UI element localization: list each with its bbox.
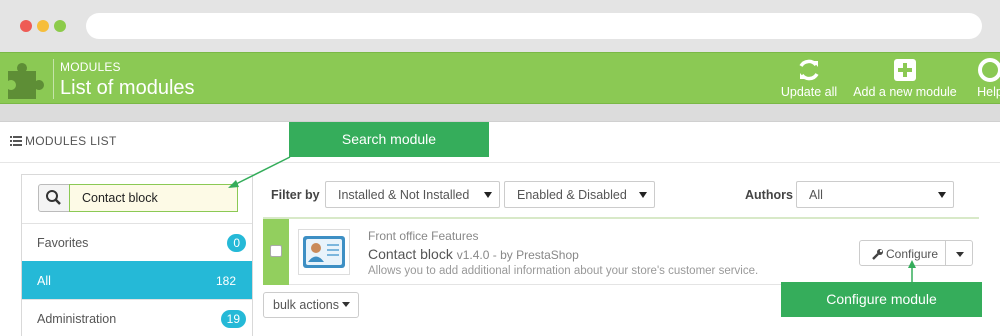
module-description: Allows you to add additional information… (368, 265, 759, 277)
module-name: Contact block (368, 246, 453, 262)
page-header: MODULES List of modules Update all Add a… (0, 52, 1000, 104)
configure-label: Configure (886, 247, 939, 261)
puzzle-icon (8, 63, 44, 99)
header-divider (53, 59, 54, 99)
module-version: v1.4.0 - by PrestaShop (456, 248, 579, 262)
chevron-down-icon (342, 302, 351, 307)
bulk-actions-label: bulk actions (273, 298, 340, 312)
count-badge: 19 (220, 310, 246, 328)
add-module-button[interactable]: Add a new module (852, 57, 958, 99)
install-status-select[interactable]: Installed & Not Installed (325, 181, 500, 208)
plus-square-icon (894, 59, 916, 81)
search-input[interactable] (69, 184, 238, 212)
sidebar-item-administration[interactable]: Administration 19 (22, 299, 252, 336)
close-window-dot[interactable] (20, 20, 32, 32)
chevron-down-icon (639, 192, 647, 198)
chevron-down-icon (956, 252, 964, 257)
enable-status-value: Enabled & Disabled (517, 188, 627, 202)
chevron-down-icon (484, 192, 492, 198)
help-button[interactable]: Help (970, 57, 1000, 99)
sidebar-item-label: Favorites (37, 236, 89, 250)
help-label: Help (977, 85, 1000, 99)
sidebar-item-label: All (37, 274, 51, 288)
breadcrumb[interactable]: MODULES (60, 60, 121, 74)
configure-module-callout: Configure module (781, 282, 982, 317)
module-title: Contact block v1.4.0 - by PrestaShop (368, 246, 579, 262)
authors-label: Authors (745, 188, 793, 202)
module-logo (298, 229, 350, 275)
chevron-down-icon (938, 192, 946, 198)
category-sidebar: Favorites 0 All 182 Administration 19 (21, 174, 253, 336)
sidebar-item-favorites[interactable]: Favorites 0 (22, 223, 252, 261)
minimize-window-dot[interactable] (37, 20, 49, 32)
count-badge: 182 (215, 274, 236, 288)
configure-button[interactable]: Configure (859, 240, 946, 266)
update-all-button[interactable]: Update all (780, 57, 838, 99)
module-checkbox[interactable] (270, 245, 282, 257)
sidebar-item-label: Administration (37, 312, 117, 326)
sidebar-item-all[interactable]: All 182 (22, 261, 252, 299)
search-button[interactable] (38, 184, 70, 212)
authors-value: All (809, 188, 823, 202)
page-title: List of modules (60, 77, 195, 99)
module-row: Front office Features Contact block v1.4… (263, 217, 979, 285)
wrench-icon (872, 249, 883, 260)
module-status-bar (263, 219, 289, 285)
browser-chrome (0, 0, 1000, 52)
filter-by-label: Filter by (271, 188, 320, 202)
panel-divider (0, 162, 1000, 163)
enable-status-select[interactable]: Enabled & Disabled (504, 181, 655, 208)
install-status-value: Installed & Not Installed (338, 188, 470, 202)
address-bar[interactable] (86, 13, 982, 39)
bulk-actions-button[interactable]: bulk actions (263, 292, 359, 318)
search-module-callout: Search module (289, 122, 489, 157)
list-icon (10, 136, 22, 146)
update-all-label: Update all (780, 85, 838, 99)
panel-heading-label: MODULES LIST (25, 134, 117, 148)
search-icon (46, 190, 61, 205)
lifebuoy-icon (978, 58, 1000, 82)
module-category: Front office Features (368, 229, 479, 243)
add-module-label: Add a new module (853, 85, 957, 99)
authors-select[interactable]: All (796, 181, 954, 208)
panel-heading: MODULES LIST (10, 134, 117, 148)
module-actions-dropdown[interactable] (945, 240, 973, 266)
contact-card-icon (303, 236, 345, 268)
maximize-window-dot[interactable] (54, 20, 66, 32)
refresh-icon (799, 59, 819, 81)
module-search (38, 184, 238, 214)
count-badge: 0 (227, 234, 246, 252)
